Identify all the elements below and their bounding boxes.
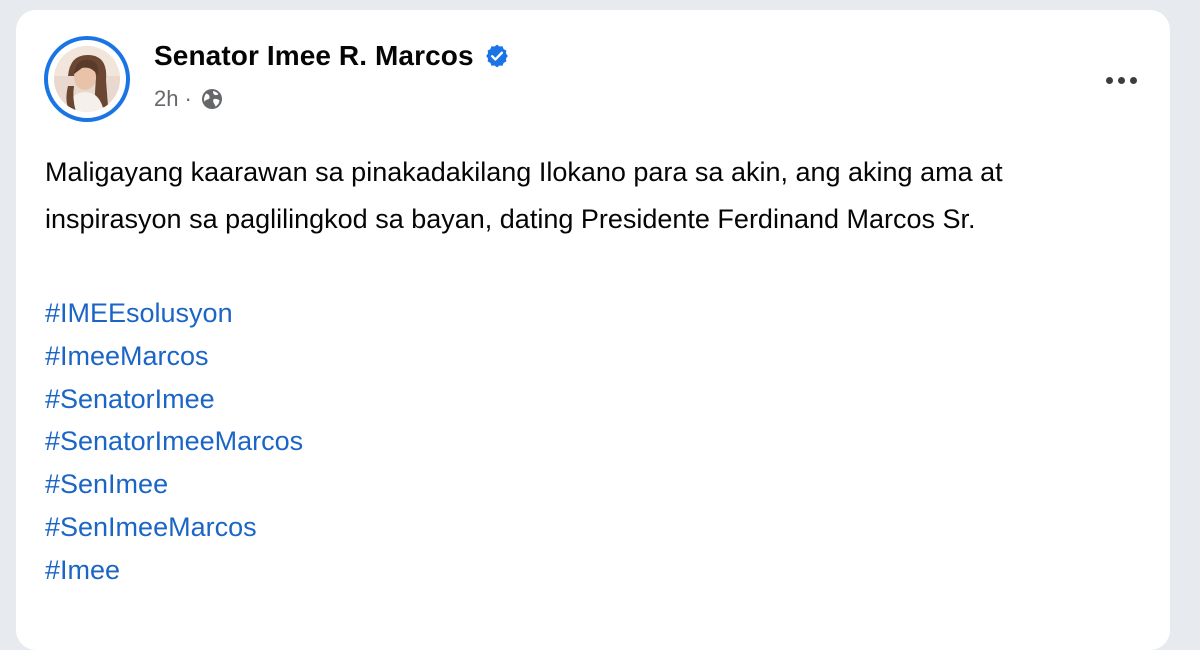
globe-icon[interactable]	[200, 87, 224, 111]
hashtag-link[interactable]: #SenImee	[45, 463, 303, 506]
dot	[1105, 76, 1113, 84]
dot	[1129, 76, 1137, 84]
hashtag-link[interactable]: #SenatorImee	[45, 378, 303, 421]
author-name[interactable]: Senator Imee R. Marcos	[154, 40, 474, 72]
more-options-icon[interactable]	[1096, 60, 1146, 100]
hashtag-list: #IMEEsolusyon #ImeeMarcos #SenatorImee #…	[45, 292, 303, 592]
hashtag-link[interactable]: #SenatorImeeMarcos	[45, 420, 303, 463]
dot	[1117, 76, 1125, 84]
author-row: Senator Imee R. Marcos	[154, 40, 510, 72]
avatar-image	[54, 46, 120, 112]
hashtag-link[interactable]: #Imee	[45, 549, 303, 592]
verified-badge-icon	[484, 43, 510, 69]
post-meta: 2h ·	[154, 86, 224, 112]
meta-separator: ·	[184, 86, 192, 111]
post-body-text: Maligayang kaarawan sa pinakadakilang Il…	[45, 157, 1003, 234]
hashtag-link[interactable]: #SenImeeMarcos	[45, 506, 303, 549]
post-card: Senator Imee R. Marcos 2h · Maligayang k…	[16, 10, 1170, 650]
post-timestamp[interactable]: 2h	[154, 86, 178, 112]
profile-avatar[interactable]	[44, 36, 130, 122]
hashtag-link[interactable]: #ImeeMarcos	[45, 335, 303, 378]
hashtag-link[interactable]: #IMEEsolusyon	[45, 292, 303, 335]
